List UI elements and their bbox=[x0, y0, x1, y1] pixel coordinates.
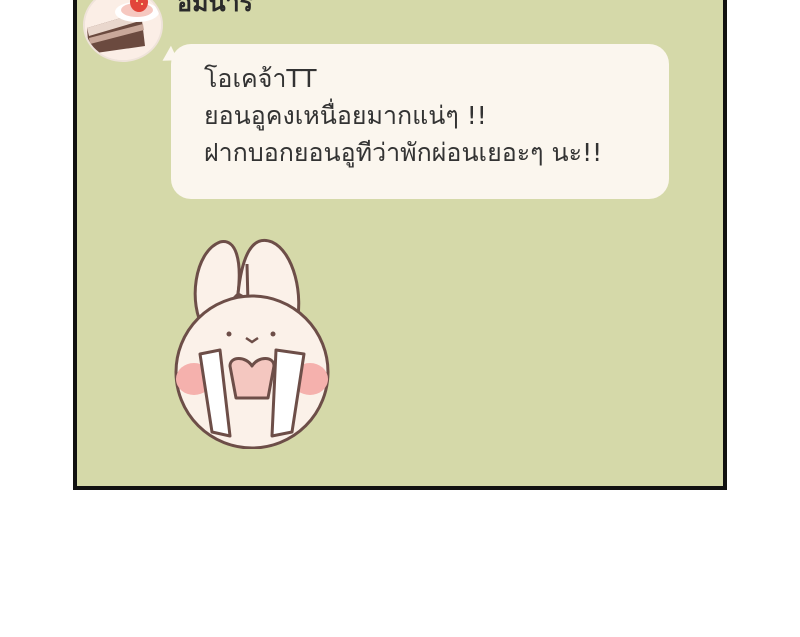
crying-bunny-sticker-icon bbox=[174, 238, 330, 450]
bubble-tail bbox=[158, 45, 178, 67]
sender-name: อิมนาริ bbox=[177, 0, 254, 17]
message-text: โอเคจ้าTT ยอนอูคงเหนื่อยมากแน่ๆ !! ฝากบอ… bbox=[204, 60, 602, 171]
comic-panel: อิมนาริ โอเคจ้าTT ยอนอูคงเหนื่อยมากแน่ๆ … bbox=[73, 0, 727, 490]
message-line: โอเคจ้าTT bbox=[204, 64, 317, 93]
cake-slice-icon bbox=[85, 0, 161, 60]
message-line: ฝากบอกยอนอูทีว่าพักผ่อนเยอะๆ นะ!! bbox=[204, 138, 603, 167]
crying-bunny-sticker[interactable] bbox=[172, 234, 337, 453]
message-bubble[interactable]: โอเคจ้าTT ยอนอูคงเหนื่อยมากแน่ๆ !! ฝากบอ… bbox=[158, 44, 669, 199]
profile-avatar[interactable] bbox=[83, 0, 163, 62]
message-line: ยอนอูคงเหนื่อยมากแน่ๆ !! bbox=[204, 101, 487, 130]
